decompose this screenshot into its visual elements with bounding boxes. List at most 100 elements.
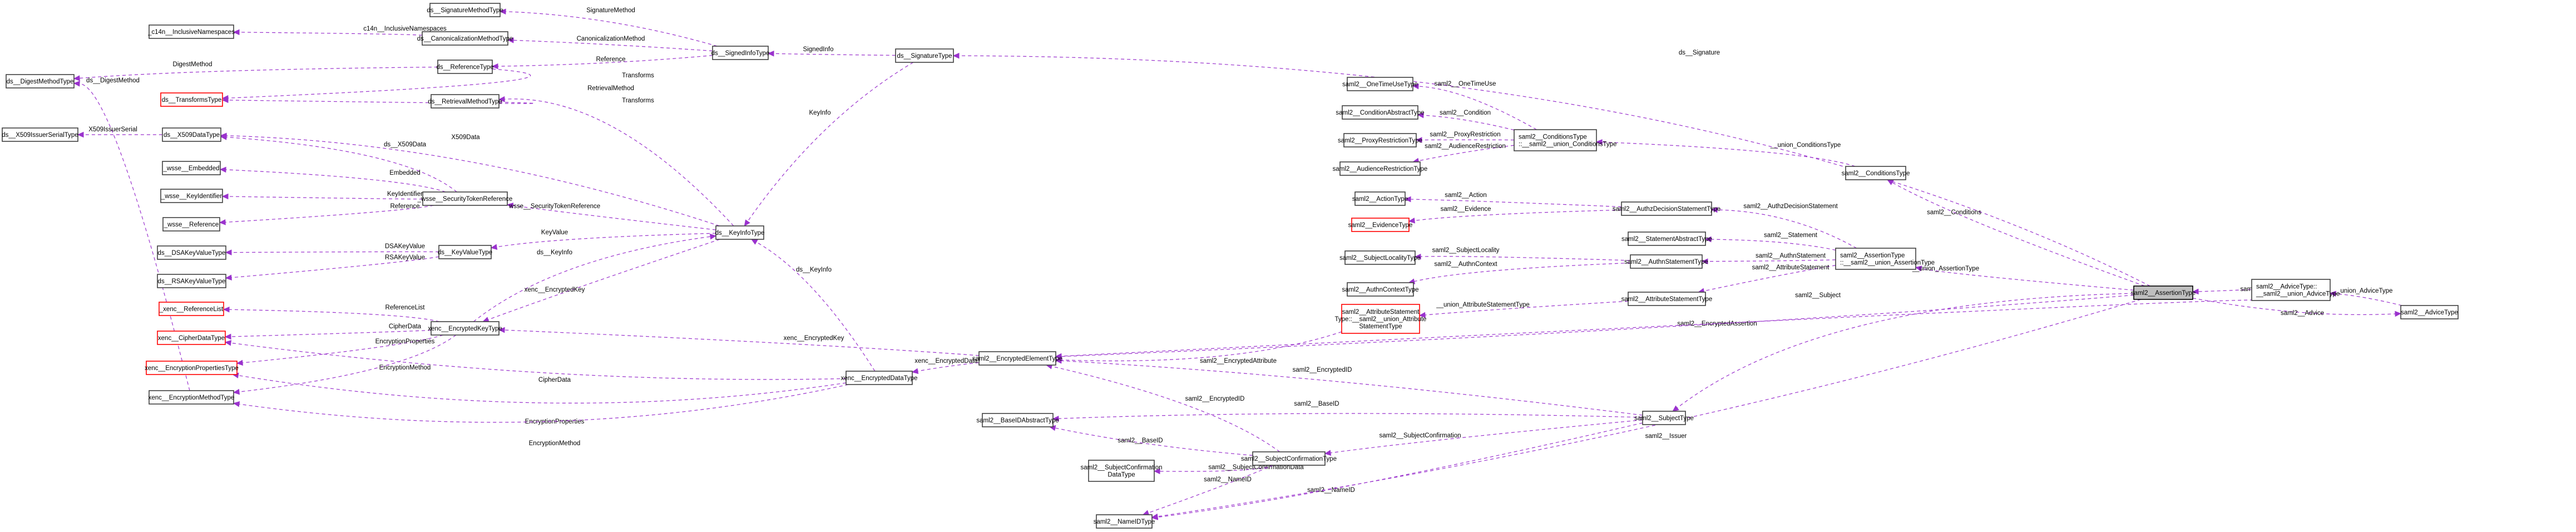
edge-label: SignatureMethod xyxy=(586,7,635,14)
node-label: StatementType xyxy=(1359,323,1402,330)
node-reference[interactable]: ds__ReferenceType xyxy=(437,60,494,74)
node-onetime[interactable]: saml2__OneTimeUseType xyxy=(1342,77,1418,91)
node-label: _wsse__Reference xyxy=(164,221,219,228)
node-action[interactable]: saml2__ActionType xyxy=(1352,191,1408,206)
node-assertion[interactable]: saml2__AssertionType xyxy=(2131,285,2196,300)
node-x509issuer[interactable]: ds__X509IssuerSerialType xyxy=(2,127,78,142)
node-encmethod[interactable]: xenc__EncryptionMethodType xyxy=(149,390,235,405)
edge-label: CipherData xyxy=(538,377,571,383)
node-encelem[interactable]: saml2__EncryptedElementType xyxy=(972,351,1062,366)
edge-line xyxy=(239,32,423,36)
node-proxy[interactable]: saml2__ProxyRestrictionType xyxy=(1338,133,1422,147)
node-digest[interactable]: ds__DigestMethodType xyxy=(6,74,75,88)
edge-label: ds__DigestMethod xyxy=(86,77,140,84)
node-authnstmt[interactable]: saml2__AuthnStatementType xyxy=(1624,254,1708,269)
edge-label: __union_AdviceType xyxy=(2333,288,2393,294)
edge-enckey-to-cipherdata: CipherData xyxy=(224,323,432,340)
edge-label: saml2__NameID xyxy=(1204,476,1252,483)
edge-label: wsse__SecurityTokenReference xyxy=(508,203,600,210)
node-nameid[interactable]: saml2__NameIDType xyxy=(1094,514,1155,529)
node-authnctx[interactable]: saml2__AuthnContextType xyxy=(1342,282,1419,297)
node-label: saml2__AuthnStatementType xyxy=(1624,259,1708,265)
edge-str-to-keyident: KeyIdentifier xyxy=(221,191,423,200)
edge-line xyxy=(1717,209,1857,249)
node-label: ds__KeyInfoType xyxy=(715,230,765,237)
edge-sctype-to-encelem: saml2__EncryptedID xyxy=(1045,363,1280,452)
edge-line xyxy=(1710,239,1836,251)
edge-str-to-x509data: ds__X509Data xyxy=(220,134,457,193)
node-keyident[interactable]: _wsse__KeyIdentifier xyxy=(160,189,223,203)
edge-label: xenc__EncryptedKey xyxy=(525,287,585,293)
node-label: ds__CanonicalizationMethodType xyxy=(417,36,513,42)
arrowhead-icon xyxy=(750,239,758,245)
edge-label: ds__X509Data xyxy=(384,141,427,148)
node-stmtabs[interactable]: saml2__StatementAbstractType xyxy=(1621,231,1712,246)
node-adviceunion[interactable]: saml2__AdviceType::__saml2__union_Advice… xyxy=(2251,279,2340,301)
node-rsakey[interactable]: ds__RSAKeyValueType xyxy=(157,274,226,288)
node-encprops[interactable]: xenc__EncryptionPropertiesType xyxy=(145,361,239,375)
node-sctype[interactable]: saml2__SubjectConfirmationType xyxy=(1241,451,1337,466)
node-c14nmethod[interactable]: ds__CanonicalizationMethodType xyxy=(417,31,513,46)
node-inclns[interactable]: _c14n__InclusiveNamespaces xyxy=(147,24,235,39)
node-keyinfo[interactable]: ds__KeyInfoType xyxy=(715,225,765,240)
edge-line xyxy=(1677,293,2134,408)
node-attrunion[interactable]: saml2__AttributeStatementType::__saml2__… xyxy=(1335,304,1427,334)
node-x509data[interactable]: ds__X509DataType xyxy=(162,127,221,142)
node-sigmethod[interactable]: ds__SignatureMethodType xyxy=(427,3,503,17)
edge-encdata-to-keyinfo: ds__KeyInfo xyxy=(750,239,876,372)
node-conditions[interactable]: saml2__ConditionsType xyxy=(1842,166,1910,180)
edge-c14nmethod-to-inclns: c14n__InclusiveNamespaces xyxy=(233,26,447,36)
node-assertunion[interactable]: saml2__AssertionType::__saml2__union_Ass… xyxy=(1835,248,1935,270)
edge-label: saml2__NameID xyxy=(1307,487,1355,494)
edge-line xyxy=(473,236,711,322)
node-label: xenc__CipherDataType xyxy=(158,335,225,342)
node-subject[interactable]: saml2__SubjectType xyxy=(1634,411,1694,425)
edge-keyinfo-to-enckey: xenc__EncryptedKey xyxy=(482,239,720,323)
edge-label: saml2__EncryptedAssertion xyxy=(1677,321,1757,327)
arrowhead-icon xyxy=(73,81,80,87)
node-sublocality[interactable]: saml2__SubjectLocalityType xyxy=(1339,250,1421,265)
node-dsakey[interactable]: ds__DSAKeyValueType xyxy=(157,245,226,260)
node-baseid[interactable]: saml2__BaseIDAbstractType xyxy=(976,413,1059,427)
node-condabs[interactable]: saml2__ConditionAbstractType xyxy=(1336,105,1425,120)
node-cipherdata[interactable]: xenc__CipherDataType xyxy=(157,331,226,345)
edge-label: SignedInfo xyxy=(803,46,834,53)
node-label: _wsse__KeyIdentifier xyxy=(161,193,222,200)
edge-assertion-to-nameid: saml2__Issuer xyxy=(1151,299,2141,520)
edge-assertion-to-encelem: saml2__EncryptedAssertion xyxy=(1055,294,2134,359)
arrowhead-icon xyxy=(221,193,229,200)
node-keyvalue[interactable]: ds__KeyValueType xyxy=(438,245,492,259)
edge-label: saml2__AuthnContext xyxy=(1434,261,1497,268)
edge-line xyxy=(1423,115,1515,131)
node-attrstmt[interactable]: saml2__AttributeStatementType xyxy=(1621,292,1713,306)
node-label: saml2__StatementAbstractType xyxy=(1621,236,1712,243)
node-advice[interactable]: saml2__AdviceType xyxy=(2400,305,2459,319)
node-evidence[interactable]: saml2__EvidenceType xyxy=(1348,218,1413,232)
node-label: ds__KeyValueType xyxy=(438,249,492,256)
node-retrieval[interactable]: ds__RetrievalMethodType xyxy=(428,94,502,109)
edge-keyvalue-to-rsakey: RSAKeyValue xyxy=(225,254,439,281)
edge-label: xenc__EncryptedData xyxy=(914,358,978,364)
edge-line xyxy=(1051,366,1280,452)
arrowhead-icon xyxy=(1324,450,1332,456)
node-reflist[interactable]: _xenc__ReferenceList xyxy=(159,302,224,316)
node-str[interactable]: _wsse__SecurityTokenReference xyxy=(417,191,513,206)
node-scdata[interactable]: saml2__SubjectConfirmationDataType xyxy=(1080,460,1163,482)
arrowhead-icon xyxy=(952,52,960,59)
edge-condunion-to-audience: saml2__AudienceRestriction xyxy=(1412,143,1515,164)
node-authz[interactable]: saml2__AuthzDecisionStatementType xyxy=(1613,201,1720,216)
nodes-layer: saml2__AssertionType ds__SignatureType ds_… xyxy=(2,3,2459,529)
node-audience[interactable]: saml2__AudienceRestrictionType xyxy=(1333,161,1428,176)
edge-assertion-to-assertunion: __union_AssertionType xyxy=(1912,265,2134,290)
node-encdata[interactable]: xenc__EncryptedDataType xyxy=(840,371,918,385)
node-label: _c14n__InclusiveNamespaces xyxy=(147,29,235,36)
node-signature[interactable]: ds__SignatureType xyxy=(895,48,954,63)
node-signedinfo[interactable]: ds__SignedInfoType xyxy=(711,46,770,60)
edge-label: Reference xyxy=(596,56,625,63)
node-enckey[interactable]: xenc__EncryptedKeyType xyxy=(428,321,502,336)
node-embedded[interactable]: _wsse__Embedded xyxy=(162,161,221,175)
edge-signature-to-signedinfo: SignedInfo xyxy=(767,46,896,57)
arrowhead-icon xyxy=(223,306,230,313)
node-transforms[interactable]: ds__TransformsType xyxy=(160,92,223,107)
node-wsseref[interactable]: _wsse__Reference xyxy=(162,217,220,231)
